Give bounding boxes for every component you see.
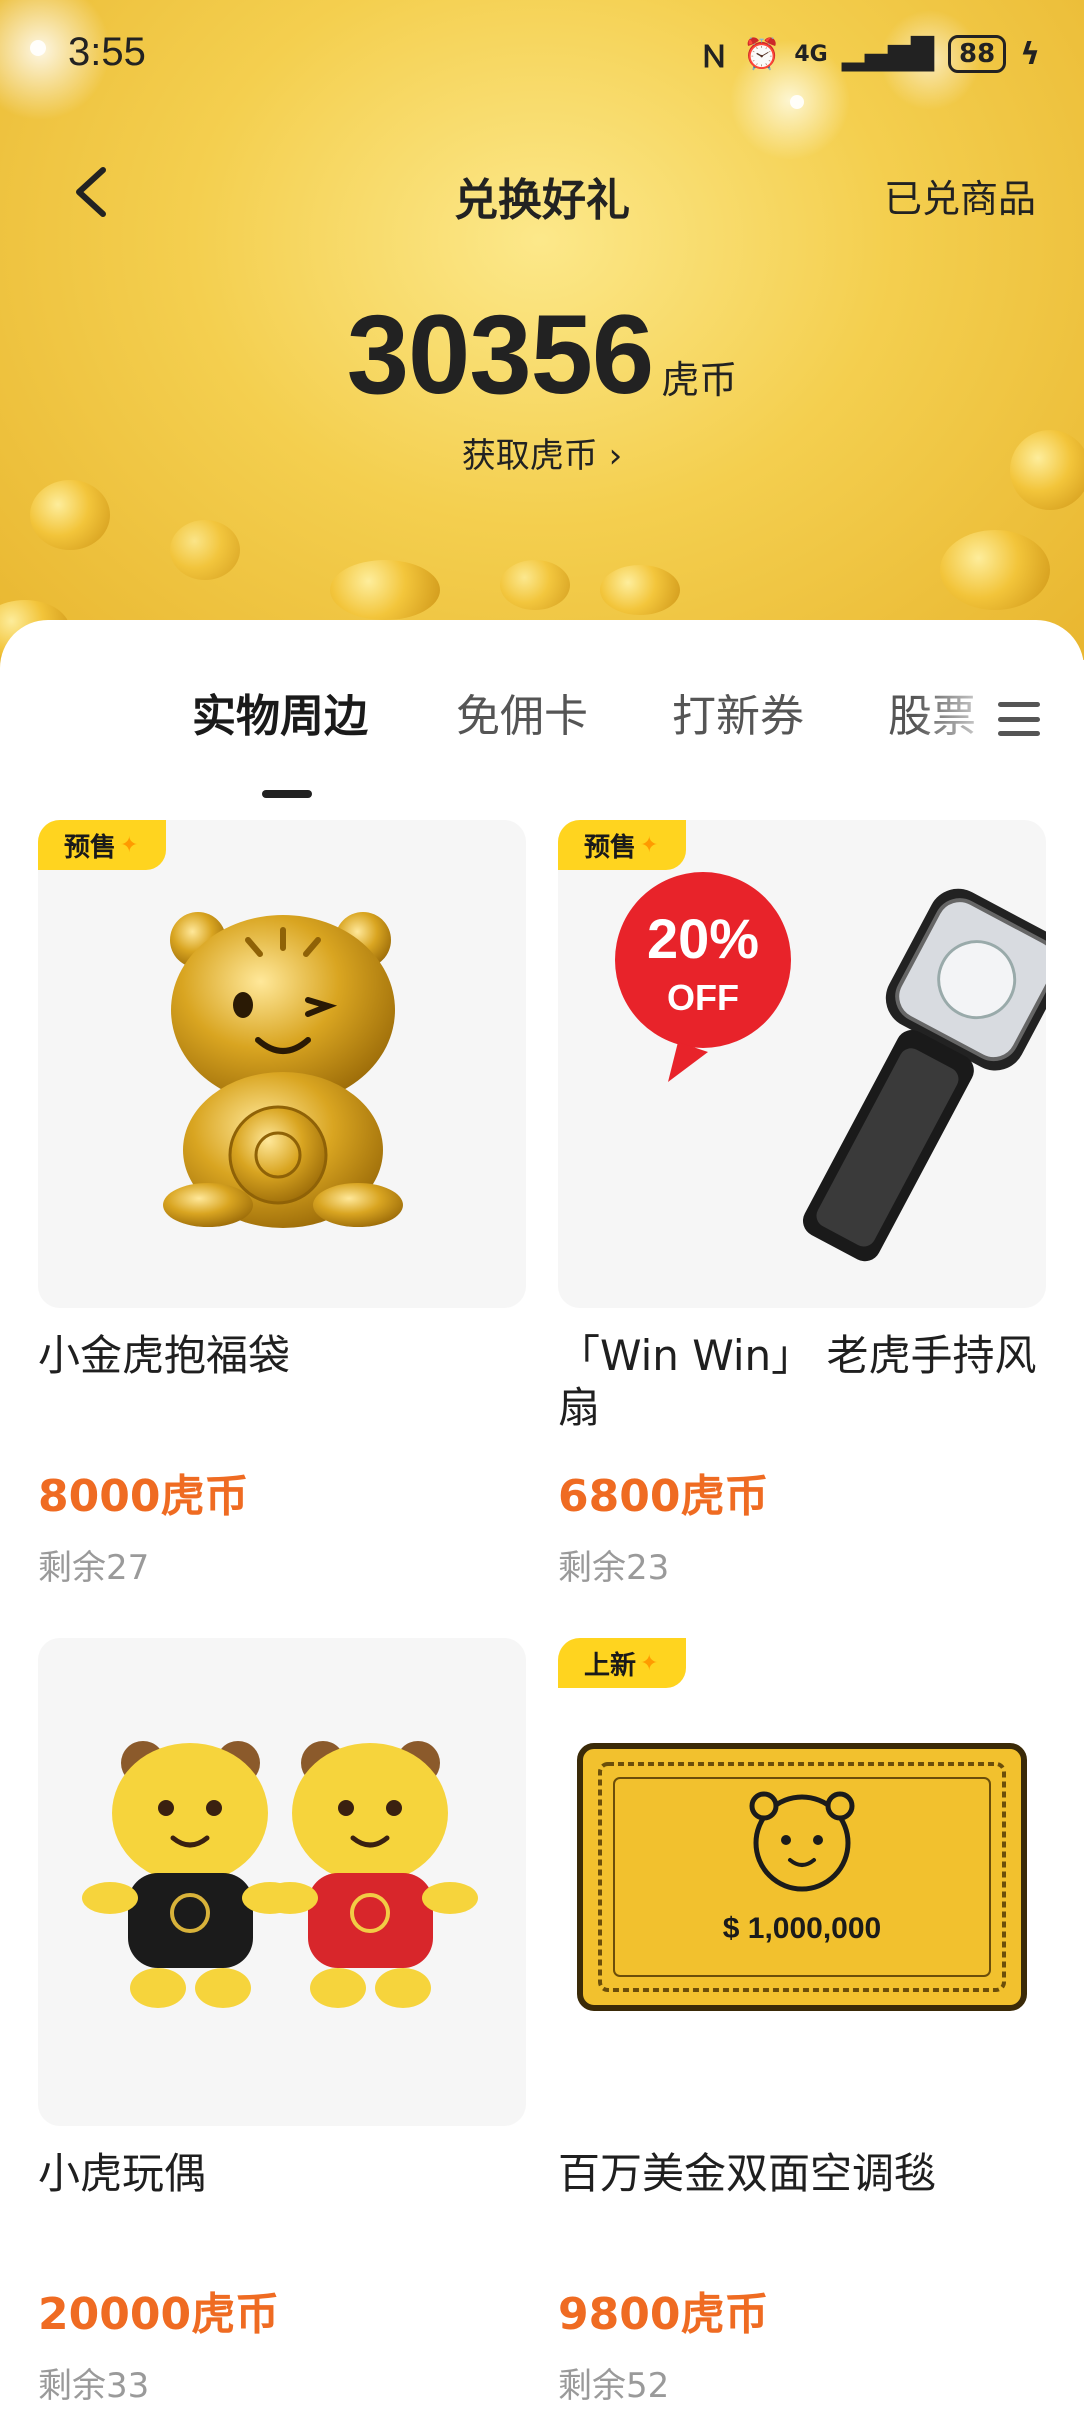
product-name: 小虎玩偶	[38, 2149, 207, 2198]
gold-tiger-figurine-image	[163, 912, 403, 1228]
product-image: 预售 ✦	[38, 820, 526, 1308]
presale-badge: 预售 ✦	[558, 820, 687, 870]
product-image: 20% OFF 预售 ✦	[558, 820, 1046, 1308]
coin-balance: 30356 虎币	[0, 290, 1084, 419]
product-card[interactable]: 小虎玩偶 20000虎币 剩余33	[38, 1638, 526, 2406]
charging-icon: ϟ	[1020, 36, 1040, 72]
sparkle-icon: ✦	[640, 1650, 659, 1676]
product-price: 9800虎币	[558, 2289, 769, 2340]
coin-decoration	[170, 520, 240, 580]
network-type: 4G	[794, 41, 828, 67]
alarm-icon: ⏰	[742, 36, 781, 72]
blanket-amount-text: $ 1,000,000	[723, 1912, 881, 1945]
category-tabs: 实物周边 免佣卡 打新券 股票	[0, 660, 1084, 798]
product-image: $ 1,000,000 上新 ✦	[558, 1638, 1046, 2126]
coin-decoration	[600, 565, 680, 615]
new-badge: 上新 ✦	[558, 1638, 687, 1688]
product-card[interactable]: 预售 ✦ 小金虎抱福袋 8000虎币 剩余27	[38, 820, 526, 1588]
coin-decoration	[500, 560, 570, 610]
get-coins-link[interactable]: 获取虎币 ›	[0, 428, 1084, 477]
tab-physical-merch[interactable]: 实物周边	[192, 680, 368, 744]
tiger-plush-dolls-image	[82, 1741, 478, 2008]
coin-decoration	[30, 480, 110, 550]
presale-badge: 预售 ✦	[38, 820, 167, 870]
balance-unit: 虎币	[661, 358, 738, 402]
product-stock: 剩余23	[558, 1548, 670, 1588]
product-image	[38, 1638, 526, 2126]
nfc-icon: Ｎ	[698, 40, 729, 75]
balance-amount: 30356	[346, 292, 654, 417]
sparkle-icon: ✦	[120, 832, 139, 858]
tab-commission-free-card[interactable]: 免佣卡	[456, 680, 588, 744]
product-price: 8000虎币	[38, 1471, 249, 1522]
product-stock: 剩余33	[38, 2366, 150, 2406]
product-price: 6800虎币	[558, 1471, 769, 1522]
product-card[interactable]: 20% OFF 预售 ✦ 「Win Win」 老虎手持风扇 6800虎币 剩余23	[558, 820, 1046, 1588]
promo-percent: 20%	[647, 907, 759, 970]
coin-decoration	[940, 530, 1050, 610]
coin-decoration	[330, 560, 440, 620]
product-stock: 剩余52	[558, 2366, 670, 2406]
product-name: 小金虎抱福袋	[38, 1331, 291, 1380]
gold-blanket-image: $ 1,000,000	[577, 1743, 1027, 2011]
status-icons: Ｎ ⏰ 4G ▂▄▆█ 88 ϟ	[699, 32, 1040, 76]
product-price: 20000虎币	[38, 2289, 280, 2340]
product-name: 百万美金双面空调毯	[558, 2149, 937, 2198]
status-bar: 3:55 Ｎ ⏰ 4G ▂▄▆█ 88 ϟ	[0, 0, 1084, 110]
status-time: 3:55	[68, 30, 146, 74]
product-name: 「Win Win」 老虎手持风扇	[558, 1331, 1037, 1432]
product-stock: 剩余27	[38, 1548, 150, 1588]
product-panel: 实物周边 免佣卡 打新券 股票	[0, 620, 1084, 2412]
battery-icon: 88	[948, 35, 1007, 73]
menu-icon[interactable]	[998, 702, 1040, 736]
tab-ipo-coupon[interactable]: 打新券	[672, 680, 804, 744]
product-card[interactable]: $ 1,000,000 上新 ✦ 百万美金双面空调毯 9800虎币 剩余52	[558, 1638, 1046, 2406]
sparkle-icon: ✦	[640, 832, 659, 858]
header-banner: 3:55 Ｎ ⏰ 4G ▂▄▆█ 88 ϟ 兑换好礼 已兑商品 30356 虎币 …	[0, 0, 1084, 680]
handheld-fan-image: 20% OFF	[615, 872, 1046, 1262]
promo-off: OFF	[667, 977, 739, 1018]
redeemed-items-link[interactable]: 已兑商品	[884, 168, 1036, 223]
nav-bar: 兑换好礼 已兑商品	[0, 150, 1084, 240]
tab-active-indicator	[262, 790, 312, 798]
signal-icon: ▂▄▆█	[841, 36, 935, 72]
